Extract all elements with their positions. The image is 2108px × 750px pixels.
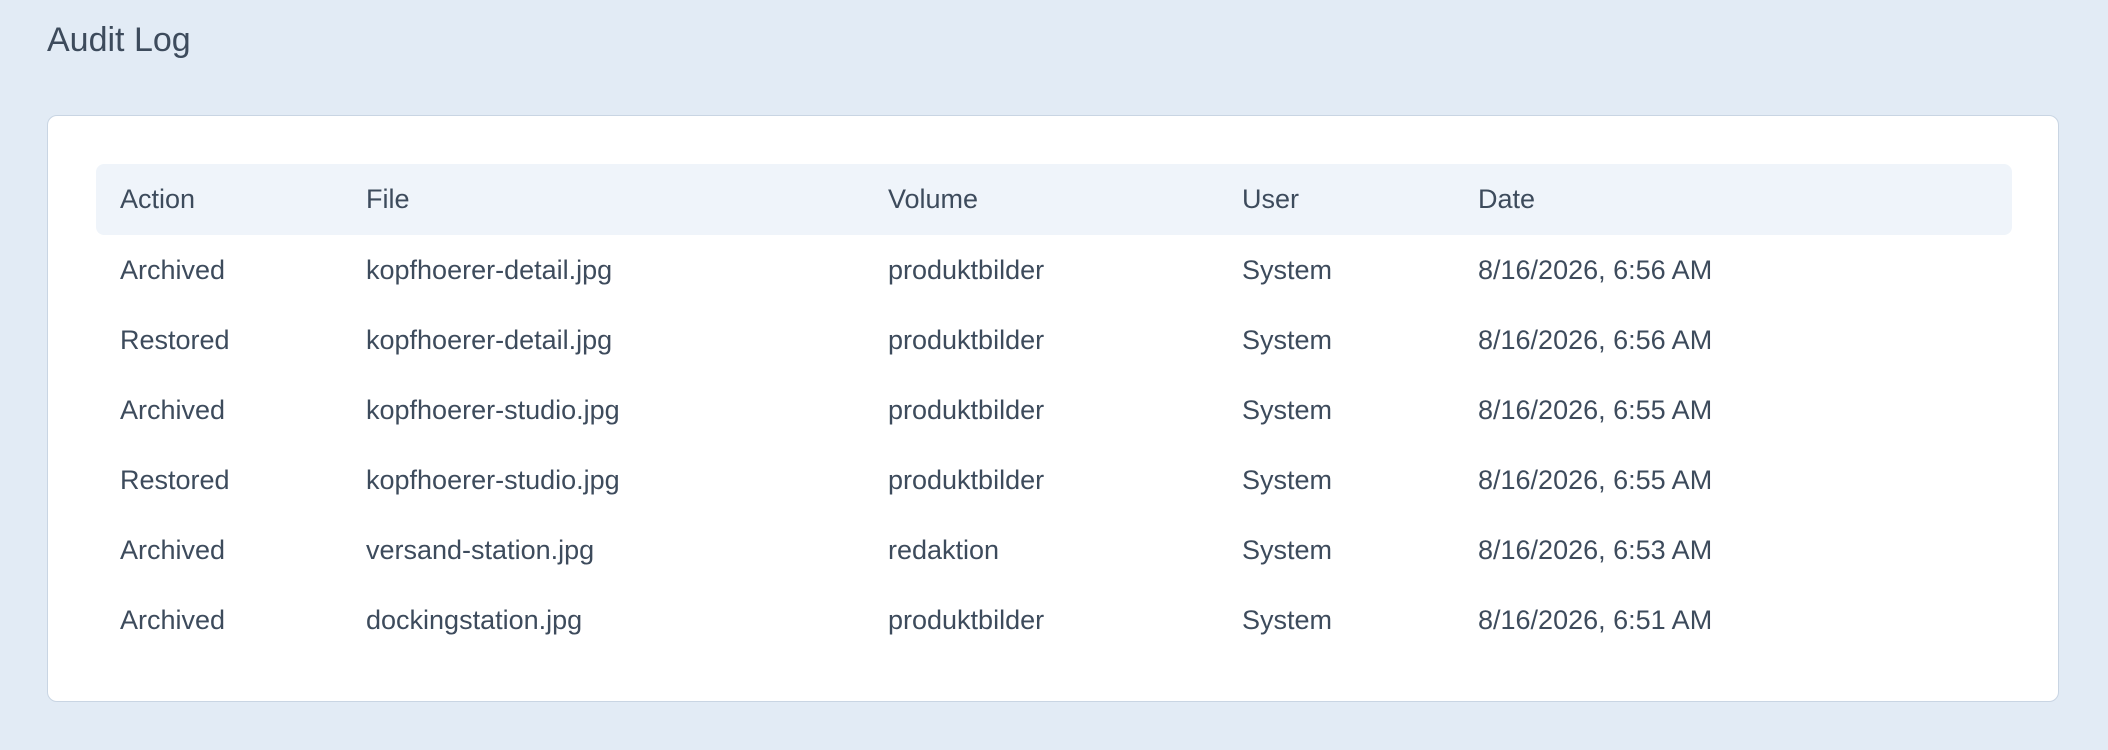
table-row: Archived kopfhoerer-detail.jpg produktbi… [96,235,2012,305]
table-row: Restored kopfhoerer-detail.jpg produktbi… [96,305,2012,375]
file-cell: dockingstation.jpg [366,604,583,635]
column-header-volume: Volume [888,184,979,214]
file-cell: kopfhoerer-studio.jpg [366,394,620,425]
table-row: Archived kopfhoerer-studio.jpg produktbi… [96,375,2012,445]
user-cell: System [1242,324,1333,355]
file-cell: kopfhoerer-detail.jpg [366,324,613,355]
action-cell: Restored [120,324,230,355]
volume-cell: produktbilder [888,254,1045,285]
date-cell: 8/16/2026, 6:56 AM [1478,324,1713,355]
action-cell: Archived [120,604,226,635]
audit-log-table: Action File Volume User Date Archived ko… [96,164,2012,655]
user-cell: System [1242,534,1333,565]
column-header-date: Date [1478,184,1536,214]
user-cell: System [1242,464,1333,495]
volume-cell: produktbilder [888,324,1045,355]
date-cell: 8/16/2026, 6:51 AM [1478,604,1713,635]
volume-cell: produktbilder [888,394,1045,425]
user-cell: System [1242,254,1333,285]
table-row: Restored kopfhoerer-studio.jpg produktbi… [96,445,2012,515]
volume-cell: produktbilder [888,604,1045,635]
file-cell: versand-station.jpg [366,534,595,565]
date-cell: 8/16/2026, 6:55 AM [1478,394,1713,425]
column-header-file: File [366,184,410,214]
volume-cell: redaktion [888,534,1000,565]
action-cell: Restored [120,464,230,495]
action-cell: Archived [120,394,226,425]
table-row: Archived versand-station.jpg redaktion S… [96,515,2012,585]
date-cell: 8/16/2026, 6:55 AM [1478,464,1713,495]
date-cell: 8/16/2026, 6:53 AM [1478,534,1713,565]
column-header-user: User [1242,184,1300,214]
page-title: Audit Log [47,21,191,59]
date-cell: 8/16/2026, 6:56 AM [1478,254,1713,285]
file-cell: kopfhoerer-studio.jpg [366,464,620,495]
volume-cell: produktbilder [888,464,1045,495]
user-cell: System [1242,604,1333,635]
action-cell: Archived [120,254,226,285]
file-cell: kopfhoerer-detail.jpg [366,254,613,285]
table-header-row: Action File Volume User Date [96,164,2012,235]
user-cell: System [1242,394,1333,425]
action-cell: Archived [120,534,226,565]
table-row: Archived dockingstation.jpg produktbilde… [96,585,2012,655]
audit-log-card: Action File Volume User Date Archived ko… [47,115,2059,702]
column-header-action: Action [120,184,196,214]
